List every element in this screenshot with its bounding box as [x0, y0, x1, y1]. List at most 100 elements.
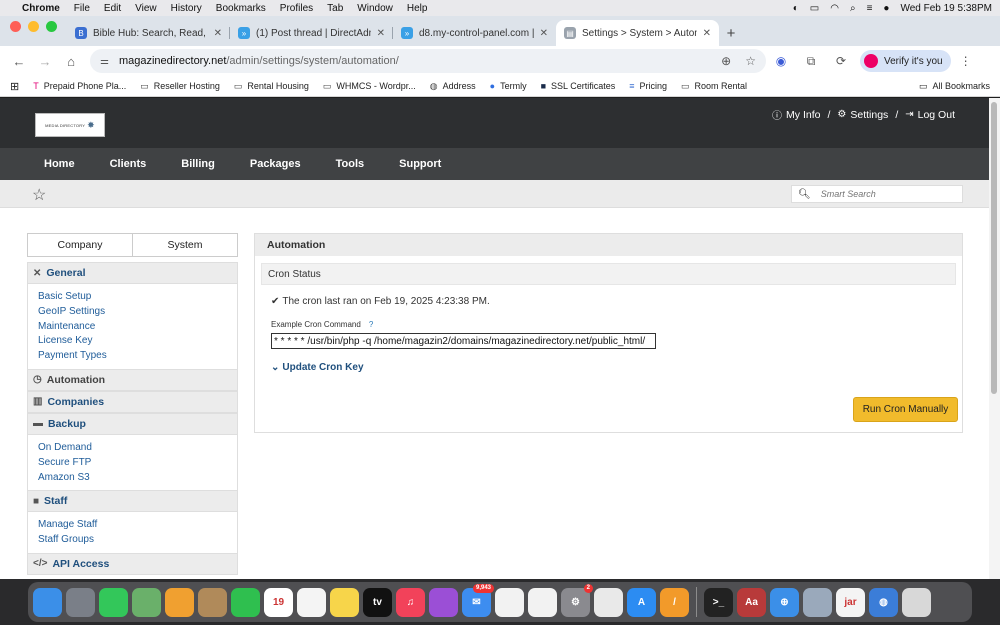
menu-view[interactable]: View	[135, 3, 157, 14]
control-center-icon[interactable]: ≡	[867, 3, 873, 14]
page-scrollbar[interactable]	[989, 98, 1000, 579]
siri-icon[interactable]: ●	[883, 3, 889, 14]
extension-icon[interactable]: ◉	[766, 54, 796, 68]
nav-support[interactable]: Support	[399, 158, 441, 170]
menu-window[interactable]: Window	[357, 3, 393, 14]
tab-system[interactable]: System	[133, 233, 238, 257]
minimize-window-icon[interactable]	[28, 20, 39, 32]
freeform-icon[interactable]	[495, 587, 524, 617]
back-icon[interactable]: ←	[6, 54, 32, 69]
messages-icon[interactable]	[99, 587, 128, 617]
verify-identity-button[interactable]: Verify it's you	[860, 50, 951, 72]
bookmark-item[interactable]: T Prepaid Phone Pla...	[33, 81, 126, 91]
sidebar-link[interactable]: Amazon S3	[38, 471, 237, 486]
menubar-datetime[interactable]: Wed Feb 19 5:38PM	[900, 3, 992, 14]
sidebar-link[interactable]: Maintenance	[38, 320, 237, 335]
sidebar-link[interactable]: License Key	[38, 334, 237, 349]
chrome-icon[interactable]	[594, 587, 623, 617]
java-icon[interactable]: jar	[836, 587, 865, 617]
favorite-star-icon[interactable]: ☆	[32, 185, 46, 205]
menu-history[interactable]: History	[171, 3, 202, 14]
menu-file[interactable]: File	[74, 3, 90, 14]
menu-help[interactable]: Help	[407, 3, 428, 14]
sidebar-section-general[interactable]: ✕ General	[27, 262, 238, 284]
nav-tools[interactable]: Tools	[336, 158, 365, 170]
tab-company[interactable]: Company	[27, 233, 133, 257]
podcasts-icon[interactable]	[429, 587, 458, 617]
more-menu-icon[interactable]: ⋮	[951, 54, 981, 68]
new-tab-button[interactable]: +	[719, 20, 743, 46]
sidebar-link[interactable]: Payment Types	[38, 349, 237, 364]
music-icon[interactable]: ♫	[396, 587, 425, 617]
status-app-icon[interactable]: ◐	[793, 3, 799, 14]
nav-clients[interactable]: Clients	[110, 158, 147, 170]
appstore-icon[interactable]: A	[627, 587, 656, 617]
sidebar-section-backup[interactable]: ▬ Backup	[27, 412, 238, 435]
nav-billing[interactable]: Billing	[181, 158, 215, 170]
trash-icon[interactable]	[902, 587, 931, 617]
bookmark-item[interactable]: ▭ Room Rental	[681, 81, 747, 92]
finder-icon[interactable]	[33, 587, 62, 617]
menu-app-name[interactable]: Chrome	[22, 3, 60, 14]
sync-icon[interactable]: ⟳	[826, 54, 856, 68]
smart-search-input[interactable]	[820, 189, 961, 199]
wifi-icon[interactable]: ◠	[830, 3, 839, 14]
sidebar-link[interactable]: Basic Setup	[38, 290, 237, 305]
launchpad-icon[interactable]	[66, 587, 95, 617]
home-icon[interactable]: ⌂	[58, 54, 84, 69]
battery-icon[interactable]: ▭	[810, 3, 819, 14]
news-icon[interactable]	[528, 587, 557, 617]
menu-tab[interactable]: Tab	[327, 3, 343, 14]
sidebar-section-api-access[interactable]: </> API Access	[27, 552, 238, 575]
sidebar-link[interactable]: Staff Groups	[38, 533, 237, 548]
dictionary-icon[interactable]: Aa	[737, 587, 766, 617]
sidebar-section-automation[interactable]: ◷ Automation	[27, 368, 238, 391]
pages-icon[interactable]: /	[660, 587, 689, 617]
menu-bookmarks[interactable]: Bookmarks	[216, 3, 266, 14]
run-cron-manually-button[interactable]: Run Cron Manually	[853, 397, 958, 422]
bookmark-item[interactable]: ▭ Reseller Hosting	[140, 81, 220, 92]
bookmark-item[interactable]: ≡ Pricing	[629, 81, 667, 91]
menu-edit[interactable]: Edit	[104, 3, 121, 14]
close-tab-icon[interactable]: ✕	[703, 28, 711, 39]
sidebar-section-staff[interactable]: ■ Staff	[27, 490, 238, 513]
menu-profiles[interactable]: Profiles	[280, 3, 313, 14]
scrollbar-thumb[interactable]	[991, 102, 997, 394]
bookmark-item[interactable]: ▭ Rental Housing	[234, 81, 309, 92]
zoom-window-icon[interactable]	[46, 20, 57, 32]
sidebar-link[interactable]: On Demand	[38, 441, 237, 456]
update-cron-key-toggle[interactable]: ⌄ Update Cron Key	[271, 362, 364, 373]
terminal-icon[interactable]: >_	[704, 587, 733, 617]
mail-icon[interactable]: ✉ 9,943	[462, 583, 494, 617]
apps-grid-icon[interactable]: ⊞	[10, 80, 19, 93]
browser-tab[interactable]: B Bible Hub: Search, Read, Stu ✕	[67, 20, 230, 46]
sidebar-section-companies[interactable]: ▥ Companies	[27, 390, 238, 413]
sidebar-link[interactable]: Secure FTP	[38, 456, 237, 471]
bookmark-star-icon[interactable]: ☆	[745, 54, 756, 68]
close-tab-icon[interactable]: ✕	[214, 28, 222, 39]
browser-tab[interactable]: ▤ Settings > System > Automati ✕	[556, 20, 719, 46]
network-icon[interactable]: ◍	[869, 587, 898, 617]
bookmark-item[interactable]: ● Termly	[490, 81, 527, 91]
sidebar-link[interactable]: GeoIP Settings	[38, 305, 237, 320]
spotlight-search-icon[interactable]: ⌕	[850, 3, 856, 14]
browser-tab[interactable]: » d8.my-control-panel.com | C ✕	[393, 20, 556, 46]
help-icon[interactable]: ?	[369, 320, 373, 329]
facetime-icon[interactable]	[231, 587, 260, 617]
maps-icon[interactable]	[132, 587, 161, 617]
browser-tab[interactable]: » (1) Post thread | DirectAdmin ✕	[230, 20, 393, 46]
contacts-icon[interactable]	[198, 587, 227, 617]
nav-home[interactable]: Home	[44, 158, 75, 170]
logout-link[interactable]: ⇥ Log Out	[905, 109, 955, 121]
all-bookmarks-button[interactable]: ▭ All Bookmarks	[919, 81, 990, 92]
address-bar[interactable]: ⚌ magazinedirectory.net/admin/settings/s…	[90, 49, 766, 73]
notes-icon[interactable]	[330, 587, 359, 617]
preview-icon[interactable]	[803, 587, 832, 617]
settings-link[interactable]: ⚙ Settings	[837, 109, 888, 121]
site-logo[interactable]: MEDIA DIRECTORY ✸	[35, 113, 105, 137]
close-tab-icon[interactable]: ✕	[540, 28, 548, 39]
settings-icon[interactable]: ⚙ 2	[561, 583, 593, 617]
my-info-link[interactable]: ⓘ My Info	[772, 107, 820, 123]
site-info-icon[interactable]: ⚌	[100, 56, 109, 67]
sidebar-link[interactable]: Manage Staff	[38, 518, 237, 533]
